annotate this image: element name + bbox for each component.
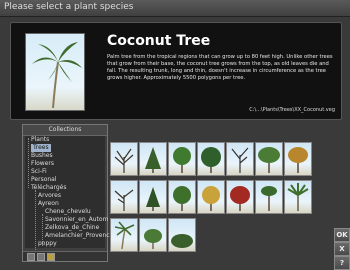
collections-header: Collections bbox=[23, 125, 107, 136]
species-thumbnail-grid bbox=[110, 142, 316, 258]
species-file-path: C:\...\Plants\Trees\XX_Coconut.veg bbox=[249, 107, 335, 113]
collection-item-flowers[interactable]: Flowers bbox=[31, 160, 54, 168]
thumbnail-flat-bush[interactable] bbox=[168, 218, 196, 252]
thumbnail-coconut-palm[interactable] bbox=[110, 218, 138, 252]
folder-icon[interactable] bbox=[47, 253, 55, 261]
delete-collection-icon[interactable] bbox=[37, 253, 45, 261]
collection-item-personal[interactable]: Personal bbox=[31, 176, 57, 184]
collections-panel: Collections Plants Trees Bushes Flowers … bbox=[22, 124, 110, 262]
window-title: Please select a plant species bbox=[4, 2, 134, 12]
collection-item-bushes[interactable]: Bushes bbox=[31, 152, 53, 160]
collection-item-sci-fi[interactable]: Sci-Fi bbox=[31, 168, 47, 176]
thumbnail-autumn-yellow[interactable] bbox=[197, 180, 225, 214]
species-description: Palm tree from the tropical regions that… bbox=[107, 54, 333, 81]
thumbnail-broadleaf-green[interactable] bbox=[168, 142, 196, 176]
thumbnail-red-maple[interactable] bbox=[226, 180, 254, 214]
collection-item-savonnier[interactable]: Savonnier_en_Autom bbox=[45, 216, 108, 224]
species-preview-image bbox=[25, 33, 85, 111]
collections-toolbar bbox=[23, 251, 107, 261]
collection-item-telecharges[interactable]: Téléchargés bbox=[31, 184, 66, 192]
tree-connector bbox=[28, 138, 29, 188]
species-info-panel: Coconut Tree Palm tree from the tropical… bbox=[10, 22, 342, 120]
new-collection-icon[interactable] bbox=[27, 253, 35, 261]
thumbnail-pine-tall[interactable] bbox=[255, 180, 283, 214]
thumbnail-small-conifer[interactable] bbox=[139, 180, 167, 214]
collection-item-ayreon[interactable]: Ayreon bbox=[38, 200, 59, 208]
thumbnail-small-bush[interactable] bbox=[139, 218, 167, 252]
collection-item-arvores[interactable]: Arvores bbox=[38, 192, 61, 200]
thumbnail-bare-tree[interactable] bbox=[110, 142, 138, 176]
thumbnail-leafy-tree[interactable] bbox=[168, 180, 196, 214]
tree-connector bbox=[35, 190, 36, 250]
thumbnail-palm-fan[interactable] bbox=[284, 180, 312, 214]
collection-item-chene-chevelu[interactable]: Chene_chevelu bbox=[45, 208, 91, 216]
thumbnail-broadleaf-dense[interactable] bbox=[197, 142, 225, 176]
thumbnail-bare-branches[interactable] bbox=[110, 180, 138, 214]
collection-item-amelanchier[interactable]: Amelanchier_Provenc bbox=[45, 232, 110, 240]
collection-item-plants[interactable]: Plants bbox=[31, 136, 49, 144]
collections-tree[interactable]: Plants Trees Bushes Flowers Sci-Fi Perso… bbox=[25, 136, 110, 250]
thumbnail-conifer[interactable] bbox=[139, 142, 167, 176]
species-name: Coconut Tree bbox=[107, 33, 211, 49]
collection-item-trees[interactable]: Trees bbox=[31, 144, 51, 152]
thumbnail-autumn-tree[interactable] bbox=[284, 142, 312, 176]
collection-item-poppy[interactable]: poppy bbox=[38, 240, 57, 248]
cancel-button[interactable]: X bbox=[334, 242, 350, 256]
thumbnail-broadleaf-round[interactable] bbox=[255, 142, 283, 176]
ok-button[interactable]: OK bbox=[334, 228, 350, 242]
thumbnail-bare-tree-dark[interactable] bbox=[226, 142, 254, 176]
collection-item-zelkova[interactable]: Zelkova_de_Chine bbox=[45, 224, 99, 232]
title-bar: Please select a plant species bbox=[0, 0, 350, 17]
